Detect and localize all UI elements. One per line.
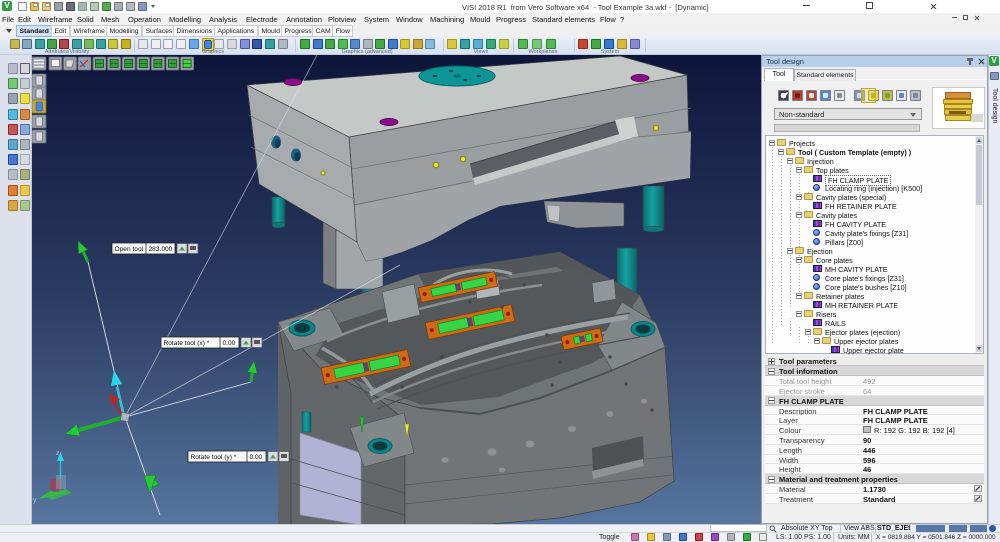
svg-text:0.00: 0.00 xyxy=(250,454,263,461)
svg-text:Open tool: Open tool xyxy=(115,246,144,253)
svg-text:z: z xyxy=(56,450,60,457)
svg-text:y: y xyxy=(33,497,37,504)
svg-text:Rotate tool (x) *: Rotate tool (x) * xyxy=(164,340,210,347)
svg-text:Rotate tool (y) *: Rotate tool (y) * xyxy=(191,454,237,461)
svg-text:0.00: 0.00 xyxy=(223,340,236,347)
svg-text:283.000: 283.000 xyxy=(149,246,173,253)
